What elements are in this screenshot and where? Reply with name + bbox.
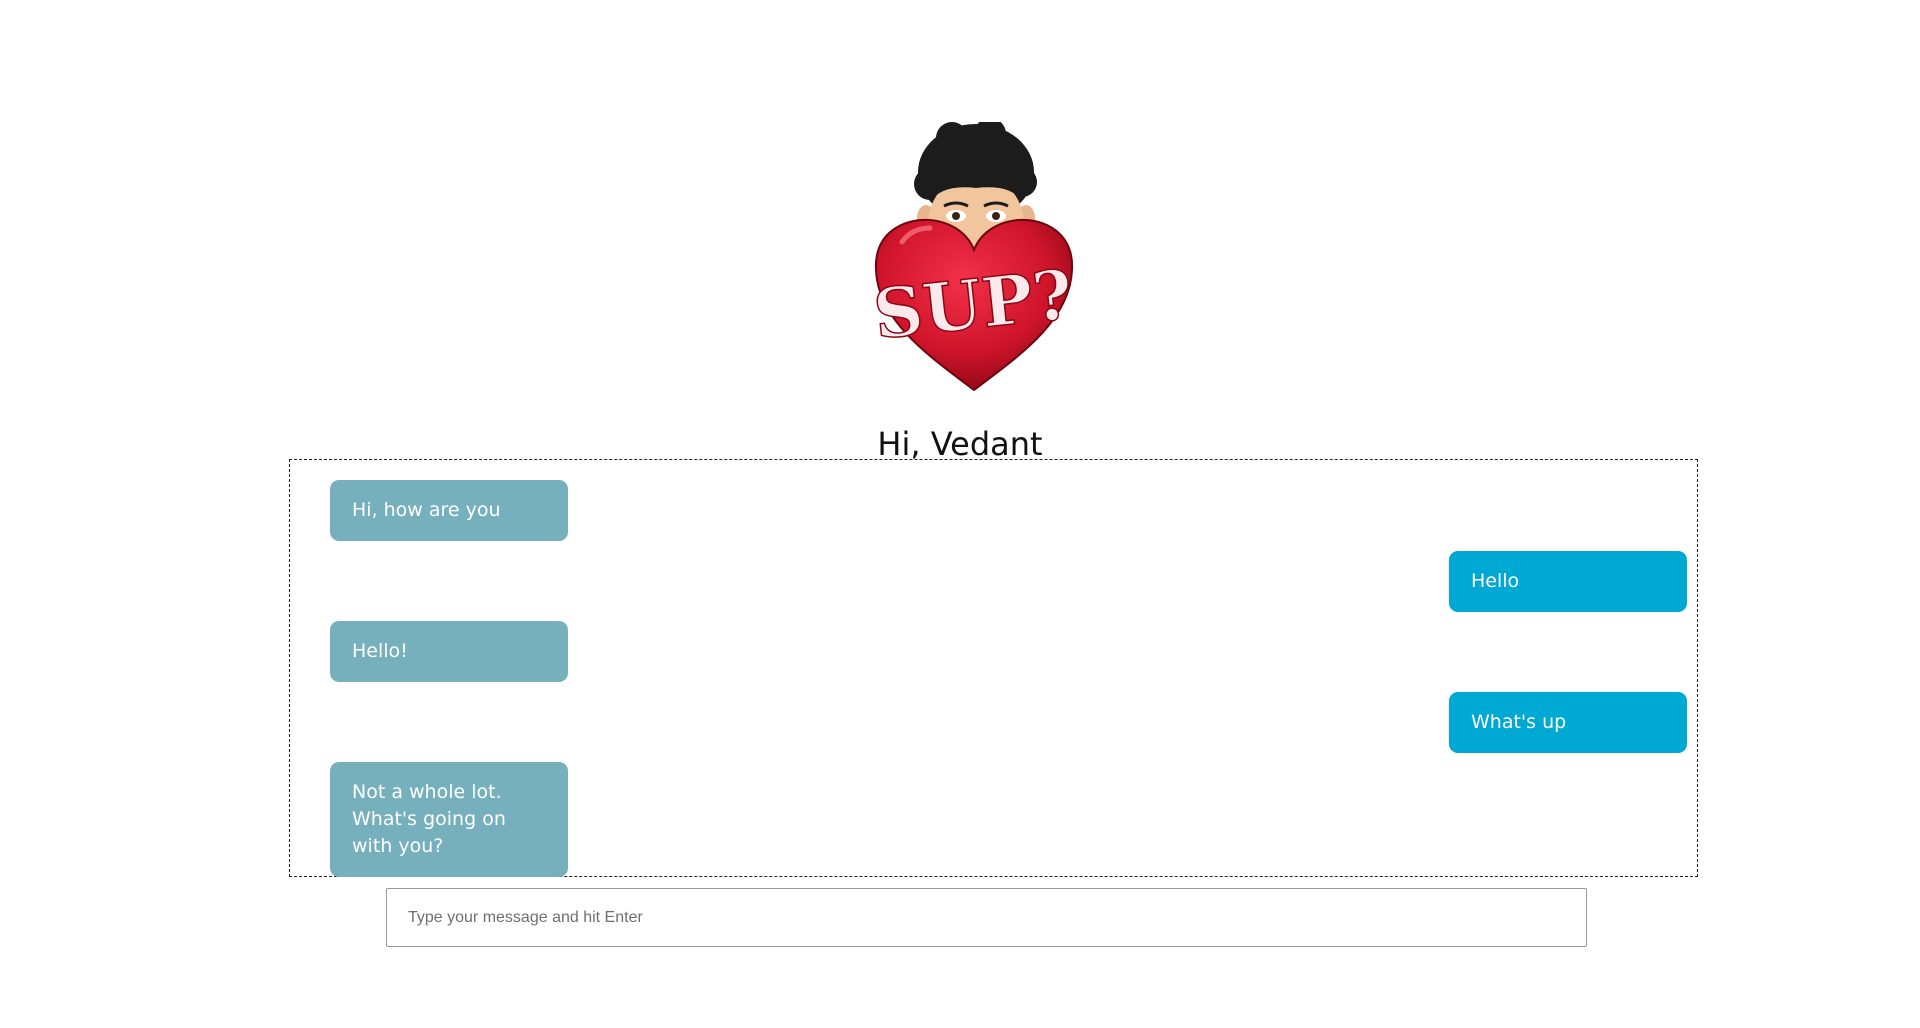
chat-window[interactable]: Hi, how are you Hello Hello! What's up N…: [289, 459, 1698, 877]
user-message: What's up: [1449, 692, 1687, 753]
bitmoji-heart-avatar-icon: SUP?: [872, 122, 1077, 392]
message-input[interactable]: [386, 888, 1587, 947]
bot-message: Not a whole lot. What's going on with yo…: [330, 762, 568, 877]
user-message: Hello: [1449, 551, 1687, 612]
bot-message: Hi, how are you: [330, 480, 568, 541]
bot-message: Hello!: [330, 621, 568, 682]
chat-page: SUP? Hi, Vedant Hi, how are you Hello He…: [0, 0, 1920, 1028]
